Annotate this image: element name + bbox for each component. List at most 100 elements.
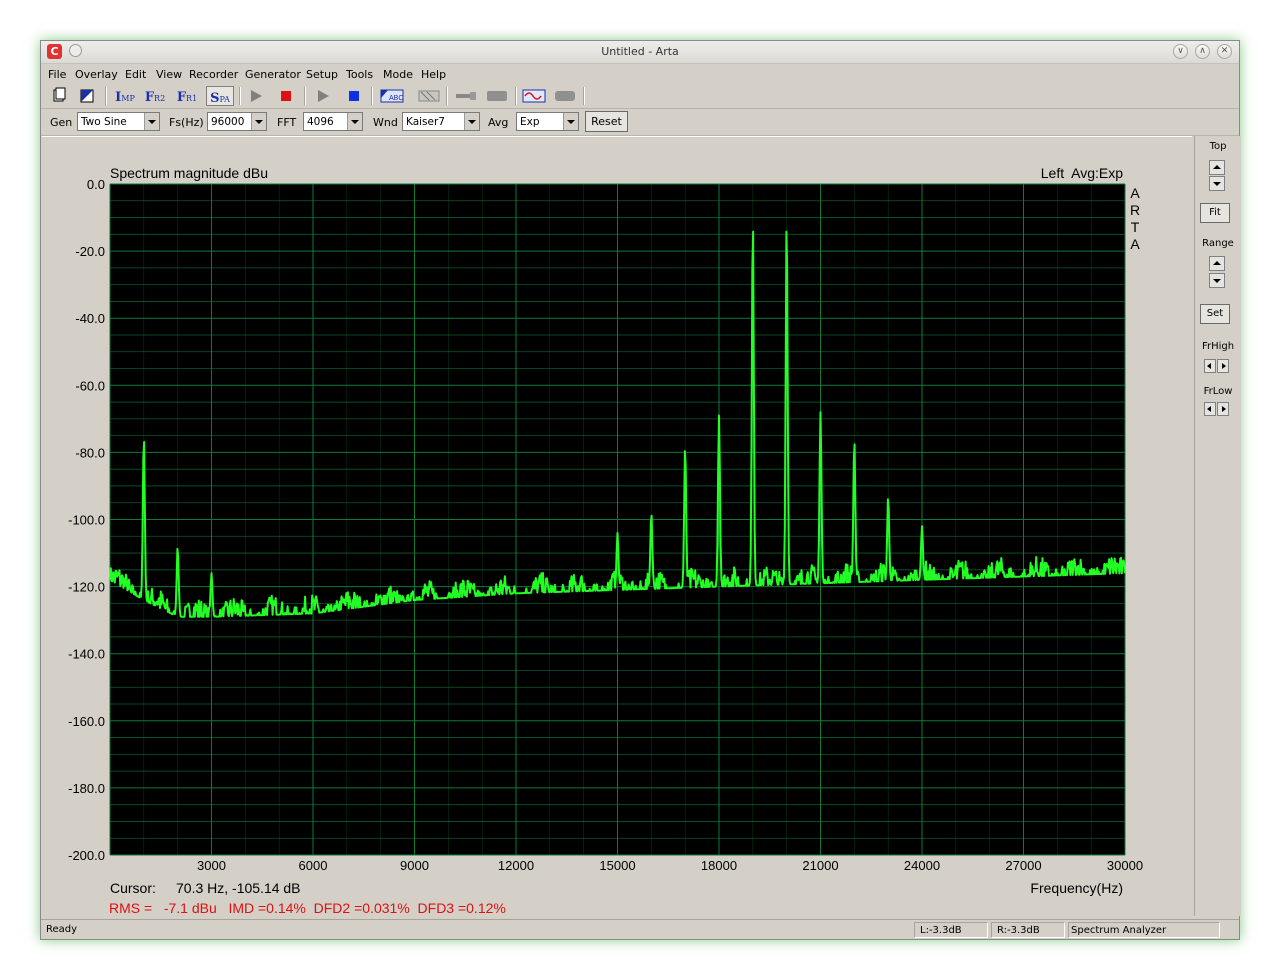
chevron-down-icon[interactable] [464, 113, 479, 130]
record-stop-icon[interactable] [274, 86, 298, 106]
range-up-button[interactable] [1209, 256, 1225, 271]
chevron-down-icon[interactable] [563, 113, 578, 130]
waveform-icon[interactable] [520, 86, 548, 106]
generator-play-icon[interactable] [311, 86, 335, 106]
fs-select[interactable]: 96000 [207, 112, 267, 131]
spectrum-chart[interactable]: Spectrum magnitude dBu Left Avg:Exp 0.0 -… [42, 137, 1192, 917]
open-file-icon[interactable] [75, 86, 99, 106]
cursor-value: 70.3 Hz, -105.14 dB [176, 880, 301, 896]
menu-help[interactable]: Help [421, 68, 446, 81]
x-tick-label: 12000 [498, 858, 534, 873]
frhigh-left-button[interactable] [1204, 359, 1216, 373]
spa-mode-button[interactable]: SPA [206, 86, 234, 106]
toolbar: IMP FR2 FR1 SPA ABC [41, 84, 1239, 109]
chevron-down-icon[interactable] [251, 113, 266, 130]
x-axis-label: Frequency(Hz) [1030, 880, 1123, 896]
y-tick-label: -60.0 [75, 378, 105, 393]
menu-generator[interactable]: Generator [245, 68, 301, 81]
close-icon[interactable]: ✕ [1217, 44, 1232, 59]
mode-panel: Spectrum Analyzer [1068, 922, 1220, 938]
left-level-panel: L:-3.3dB [914, 922, 988, 938]
reset-button[interactable]: Reset [585, 111, 628, 132]
menu-recorder[interactable]: Recorder [189, 68, 238, 81]
status-bar: Ready L:-3.3dB R:-3.3dB Spectrum Analyze… [41, 919, 1239, 940]
meter-icon[interactable] [483, 86, 511, 106]
menu-overlay[interactable]: Overlay [75, 68, 118, 81]
gen-select[interactable]: Two Sine [77, 112, 160, 131]
top-up-button[interactable] [1209, 160, 1225, 175]
watermark-letter: R [1130, 202, 1140, 218]
range-down-button[interactable] [1209, 273, 1225, 288]
y-tick-label: -180.0 [68, 781, 105, 796]
control-bar: Gen Two Sine Fs(Hz) 96000 FFT 4096 Wnd K… [41, 109, 1239, 136]
x-tick-label: 15000 [599, 858, 635, 873]
menu-mode[interactable]: Mode [383, 68, 413, 81]
abc-chart-icon[interactable]: ABC [378, 86, 406, 106]
y-axis-ticks: 0.0 -20.0 -40.0 -60.0 -80.0 -100.0 -120.0 -140.… [68, 177, 105, 863]
avg-label: Avg [488, 116, 509, 129]
top-label: Top [1209, 141, 1227, 152]
grid [109, 183, 1126, 856]
fr1-mode-button[interactable]: FR1 [175, 86, 199, 106]
chevron-down-icon[interactable] [347, 113, 362, 130]
fft-label: FFT [277, 116, 297, 129]
fft-select[interactable]: 4096 [303, 112, 363, 131]
menu-file[interactable]: File [48, 68, 66, 81]
watermark-letter: A [1130, 185, 1140, 201]
fr2-mode-button[interactable]: FR2 [143, 86, 167, 106]
window-title: Untitled - Arta [601, 45, 679, 58]
y-tick-label: -140.0 [68, 647, 105, 662]
y-tick-label: -80.0 [75, 445, 105, 460]
menu-edit[interactable]: Edit [125, 68, 146, 81]
menu-tools[interactable]: Tools [346, 68, 373, 81]
avg-select[interactable]: Exp [516, 112, 579, 131]
impulse-mode-button[interactable]: IMP [113, 86, 137, 106]
frhigh-right-button[interactable] [1217, 359, 1229, 373]
wnd-select[interactable]: Kaiser7 [402, 112, 480, 131]
x-tick-label: 27000 [1005, 858, 1041, 873]
analyzer-mode: Spectrum Analyzer [1071, 925, 1167, 936]
y-tick-label: -40.0 [75, 311, 105, 326]
fs-label: Fs(Hz) [169, 116, 204, 129]
hatch-icon[interactable] [415, 86, 443, 106]
new-file-icon[interactable] [47, 86, 71, 106]
arta-watermark: ARTA [1130, 185, 1140, 252]
status-ready: Ready [46, 924, 78, 935]
generator-stop-icon[interactable] [342, 86, 366, 106]
title-bar: C Untitled - Arta ∨ ∧ ✕ [41, 41, 1239, 64]
frlow-left-button[interactable] [1204, 402, 1216, 416]
spectrum-chart-area: Spectrum magnitude dBu Left Avg:Exp 0.0 -… [42, 136, 1192, 917]
menu-bar: File Overlay Edit View Recorder Generato… [41, 64, 1239, 84]
y-tick-label: 0.0 [87, 177, 105, 192]
top-down-button[interactable] [1209, 176, 1225, 191]
chart-title: Spectrum magnitude dBu [110, 165, 268, 181]
measurement-stats: RMS = -7.1 dBu IMD =0.14% DFD2 =0.031% D… [109, 900, 506, 916]
watermark-letter: T [1131, 219, 1140, 235]
frlow-right-button[interactable] [1217, 402, 1229, 416]
minimize-icon[interactable]: ∨ [1173, 44, 1188, 59]
y-tick-label: -160.0 [68, 714, 105, 729]
fit-button[interactable]: Fit [1200, 203, 1230, 223]
maximize-icon[interactable]: ∧ [1195, 44, 1210, 59]
y-tick-label: -120.0 [68, 580, 105, 595]
x-tick-label: 6000 [299, 858, 328, 873]
right-level-panel: R:-3.3dB [991, 922, 1065, 938]
menu-view[interactable]: View [156, 68, 182, 81]
chevron-down-icon[interactable] [144, 113, 159, 130]
x-tick-label: 21000 [802, 858, 838, 873]
x-tick-label: 3000 [197, 858, 226, 873]
wnd-label: Wnd [373, 116, 398, 129]
watermark-letter: A [1130, 236, 1140, 252]
x-axis-ticks: 3000 6000 9000 12000 15000 18000 21000 24000 270… [197, 858, 1143, 873]
side-panel: Top Fit Range Set FrHigh FrLow [1194, 136, 1241, 916]
svg-text:ABC: ABC [389, 95, 403, 102]
right-level: R:-3.3dB [997, 925, 1040, 936]
record-play-icon[interactable] [244, 86, 268, 106]
x-tick-label: 24000 [904, 858, 940, 873]
menu-setup[interactable]: Setup [306, 68, 338, 81]
display-icon[interactable] [551, 86, 579, 106]
probe-icon[interactable] [452, 86, 480, 106]
channel-info: Left Avg:Exp [1041, 165, 1123, 181]
x-tick-label: 18000 [701, 858, 737, 873]
set-button[interactable]: Set [1200, 304, 1230, 324]
